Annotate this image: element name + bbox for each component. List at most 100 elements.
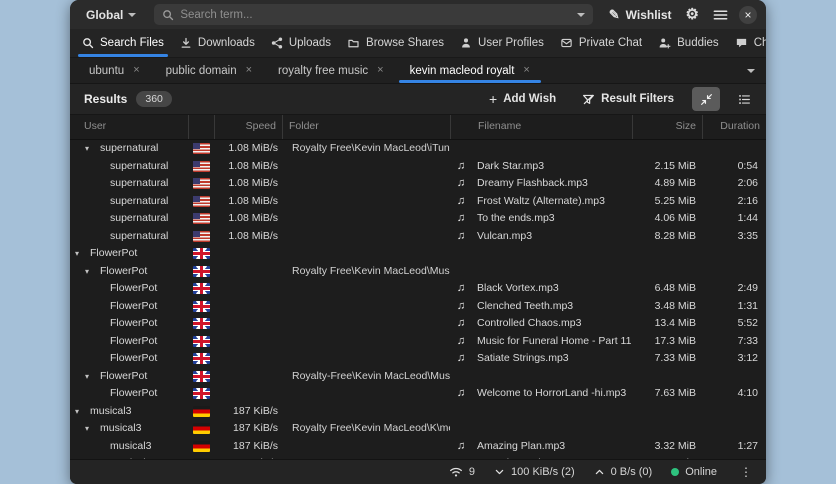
search-tab-kevin-macleod[interactable]: kevin macleod royalt ×	[397, 58, 543, 83]
tab-search-files[interactable]: Search Files	[74, 29, 172, 57]
search-tab-ubuntu[interactable]: ubuntu ×	[76, 58, 153, 83]
filetype-cell: ♫	[450, 333, 472, 351]
close-button[interactable]: ×	[739, 5, 757, 24]
table-row[interactable]: ▾ musical3 187 KiB/s	[70, 403, 766, 421]
table-row[interactable]: supernatural 1.08 MiB/s ♫ Dreamy Flashback.…	[70, 175, 766, 193]
file-duration	[702, 403, 766, 421]
table-row[interactable]: ▾ musical3 187 KiB/s Royalty Free\Kevin Mac…	[70, 420, 766, 438]
country-cell	[188, 350, 214, 368]
user-name: FlowerPot	[100, 264, 148, 277]
close-tab-icon[interactable]: ×	[133, 65, 139, 76]
folder-path	[282, 245, 450, 263]
user-cell: supernatural	[70, 210, 188, 228]
file-name: Satiate Strings.mp3	[477, 352, 569, 364]
expander-icon[interactable]: ▾	[85, 420, 100, 438]
folder-path	[282, 350, 450, 368]
speed-value	[214, 315, 282, 333]
search-tab-royalty-free-music[interactable]: royalty free music ×	[265, 58, 397, 83]
wishlist-button[interactable]: ✎ Wishlist	[602, 3, 679, 26]
column-header-filename[interactable]: Filename	[472, 115, 632, 139]
country-cell	[188, 333, 214, 351]
column-header-duration[interactable]: Duration	[702, 115, 766, 139]
main-menu-button[interactable]	[706, 3, 735, 26]
country-cell	[188, 403, 214, 421]
column-header-filetype[interactable]	[450, 115, 472, 139]
table-row[interactable]: FlowerPot ♫ Controlled Chaos.mp3 13.4 MiB 5:…	[70, 315, 766, 333]
user-cell: FlowerPot	[70, 280, 188, 298]
tab-user-profiles[interactable]: User Profiles	[452, 29, 552, 57]
table-row[interactable]: FlowerPot ♫ Music for Funeral Home - Part …	[70, 333, 766, 351]
table-row[interactable]: FlowerPot ♫ Clenched Teeth.mp3 3.48 MiB 1:31	[70, 298, 766, 316]
flag-gb-icon	[192, 283, 210, 295]
filetype-cell: ♫	[450, 210, 472, 228]
country-cell	[188, 228, 214, 246]
tab-overflow-button[interactable]	[736, 58, 766, 83]
search-scope-label: Global	[86, 7, 124, 22]
expander-icon[interactable]: ▾	[85, 368, 100, 386]
plus-icon: +	[489, 91, 498, 107]
share-icon	[271, 37, 283, 49]
column-header-country[interactable]	[188, 115, 214, 139]
connections-indicator[interactable]: 9	[449, 466, 475, 478]
search-tab-public-domain[interactable]: public domain ×	[153, 58, 265, 83]
music-note-icon: ♫	[456, 439, 466, 452]
user-name: supernatural	[110, 177, 169, 189]
table-row[interactable]: ▾ FlowerPot Royalty-Free\Kevin MacLeod\Mus…	[70, 368, 766, 386]
table-row[interactable]: supernatural 1.08 MiB/s ♫ Vulcan.mp3 8.28 Mi…	[70, 228, 766, 246]
tab-buddies[interactable]: Buddies	[650, 29, 727, 57]
filetype-cell	[450, 403, 472, 421]
folder-icon	[348, 39, 359, 48]
table-row[interactable]: ▾ FlowerPot Royalty Free\Kevin MacLeod\Mus…	[70, 263, 766, 281]
tab-chat-rooms[interactable]: Chat Rooms	[727, 29, 766, 57]
close-tab-icon[interactable]: ×	[377, 65, 383, 76]
tab-uploads[interactable]: Uploads	[263, 29, 339, 57]
search-history-chevron-icon[interactable]	[576, 12, 585, 17]
table-row[interactable]: musical3 187 KiB/s ♫ Amazing Plan.mp3 3.32 M…	[70, 438, 766, 456]
collapse-all-toggle[interactable]	[692, 87, 720, 111]
grouped-list-icon	[738, 94, 750, 104]
table-row[interactable]: FlowerPot ♫ Satiate Strings.mp3 7.33 MiB 3:1…	[70, 350, 766, 368]
user-cell: supernatural	[70, 158, 188, 176]
add-wish-button[interactable]: + Add Wish	[481, 87, 564, 111]
connection-status[interactable]: Online	[671, 466, 717, 478]
music-note-icon: ♫	[456, 334, 466, 347]
search-scope-dropdown[interactable]: Global	[76, 3, 146, 26]
statusbar-menu-button[interactable]: ⋮	[736, 465, 756, 479]
table-row[interactable]: supernatural 1.08 MiB/s ♫ To the ends.mp3 4.…	[70, 210, 766, 228]
column-header-speed[interactable]: Speed	[214, 115, 282, 139]
wifi-icon	[449, 467, 462, 477]
tab-browse-shares[interactable]: Browse Shares	[339, 29, 452, 57]
table-row[interactable]: FlowerPot ♫ Black Vortex.mp3 6.48 MiB 2:49	[70, 280, 766, 298]
file-duration: 1:31	[737, 299, 758, 312]
expander-icon[interactable]: ▾	[75, 403, 90, 421]
folder-path	[282, 333, 450, 351]
table-row[interactable]: supernatural 1.08 MiB/s ♫ Frost Waltz (Alte…	[70, 193, 766, 211]
file-name: To the ends.mp3	[477, 212, 555, 224]
column-header-folder[interactable]: Folder	[282, 115, 450, 139]
table-row[interactable]: ▾ FlowerPot	[70, 245, 766, 263]
user-cell: musical3	[70, 438, 188, 456]
expander-icon[interactable]: ▾	[85, 263, 100, 281]
result-filters-button[interactable]: Result Filters	[574, 87, 682, 111]
filetype-cell: ♫	[450, 158, 472, 176]
expander-icon[interactable]: ▾	[75, 245, 90, 263]
column-header-user[interactable]: User	[70, 115, 188, 139]
column-header-size[interactable]: Size	[632, 115, 702, 139]
close-tab-icon[interactable]: ×	[523, 65, 529, 76]
tab-private-chat[interactable]: Private Chat	[552, 29, 650, 57]
download-rate-indicator[interactable]: 100 KiB/s (2)	[494, 466, 575, 478]
group-results-toggle[interactable]	[730, 87, 758, 111]
table-row[interactable]: FlowerPot ♫ Welcome to HorrorLand -hi.mp3 7…	[70, 385, 766, 403]
table-row[interactable]: supernatural 1.08 MiB/s ♫ Dark Star.mp3 2.15…	[70, 158, 766, 176]
tab-downloads[interactable]: Downloads	[172, 29, 263, 57]
upload-rate-indicator[interactable]: 0 B/s (0)	[594, 466, 652, 478]
table-row[interactable]: ▾ supernatural 1.08 MiB/s Royalty Free\Kevi…	[70, 140, 766, 158]
filetype-cell: ♫	[450, 385, 472, 403]
preferences-button[interactable]: ⚙	[679, 3, 706, 26]
flag-gb-icon	[192, 265, 210, 277]
user-name: supernatural	[110, 159, 169, 172]
search-input[interactable]: Search term...	[154, 4, 593, 25]
hamburger-icon	[713, 9, 728, 20]
close-tab-icon[interactable]: ×	[246, 65, 252, 76]
expander-icon[interactable]: ▾	[85, 140, 100, 158]
